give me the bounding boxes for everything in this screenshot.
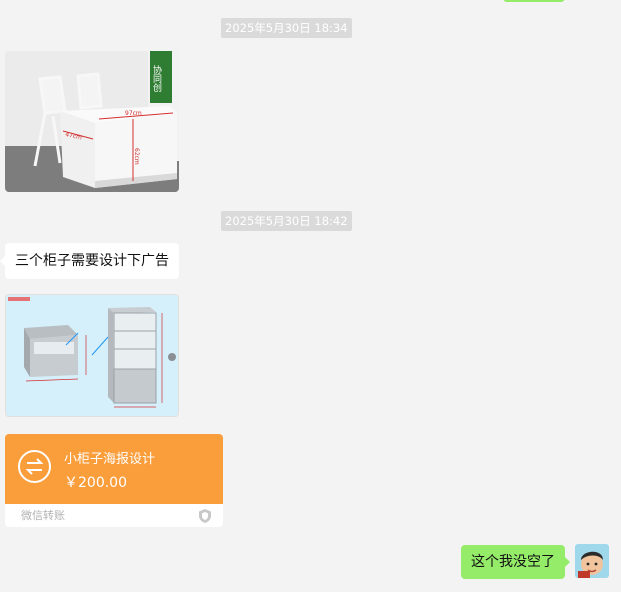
avatar[interactable] xyxy=(575,544,609,578)
previous-message-bubble[interactable] xyxy=(503,0,565,2)
transfer-amount: ￥200.00 xyxy=(64,475,127,491)
sign-text: 协同创 xyxy=(151,64,162,93)
dimension-height: 62cm xyxy=(133,148,140,165)
dimension-width: 97cm xyxy=(125,110,142,117)
timestamp: 2025年5月30日 18:34 xyxy=(221,18,352,38)
wechat-transfer-card[interactable]: 小柜子海报设计 ￥200.00 微信转账 xyxy=(5,434,223,527)
timestamp: 2025年5月30日 18:42 xyxy=(221,211,352,231)
outgoing-text-bubble[interactable]: 这个我没空了 xyxy=(461,545,570,579)
transfer-card-body: 小柜子海报设计 ￥200.00 xyxy=(5,434,223,504)
transfer-icon xyxy=(18,450,51,483)
image-message-table-photo[interactable]: 协同创 97cm 47cm 62cm xyxy=(5,51,179,192)
transfer-footer-label: 微信转账 xyxy=(21,509,65,522)
shield-icon xyxy=(199,509,211,523)
text-message-bubble[interactable]: 三个柜子需要设计下广告 xyxy=(0,243,179,279)
image-message-cabinet-drawing[interactable] xyxy=(5,294,179,417)
avatar-image xyxy=(575,544,609,578)
cabinet-drawing xyxy=(6,295,178,416)
transfer-footer: 微信转账 xyxy=(5,504,223,527)
table-photo: 协同创 97cm 47cm 62cm xyxy=(5,51,179,192)
transfer-title: 小柜子海报设计 xyxy=(64,452,156,467)
